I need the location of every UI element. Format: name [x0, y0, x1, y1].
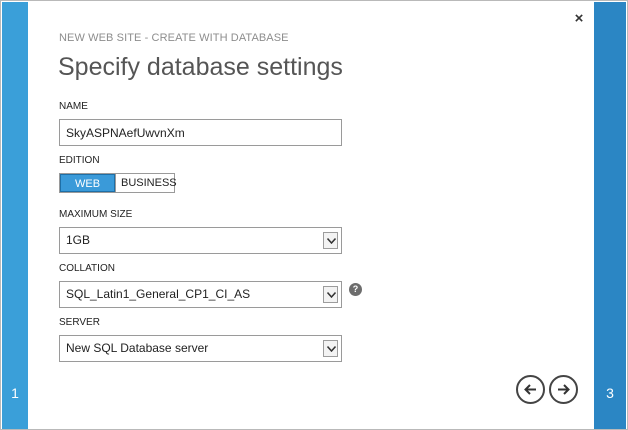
help-icon[interactable]: ?	[349, 283, 362, 296]
edition-web-button[interactable]: WEB	[60, 174, 115, 192]
collation-value: SQL_Latin1_General_CP1_CI_AS	[66, 287, 251, 301]
server-label: SERVER	[59, 317, 100, 328]
chevron-down-icon[interactable]	[323, 232, 338, 249]
name-label: NAME	[59, 101, 88, 112]
wizard-dialog: 1 3 × NEW WEB SITE - CREATE WITH DATABAS…	[0, 0, 628, 430]
step-indicator-left: 1	[2, 2, 28, 429]
wizard-title: NEW WEB SITE - CREATE WITH DATABASE	[59, 32, 289, 44]
step-indicator-right: 3	[594, 2, 626, 429]
max-size-label: MAXIMUM SIZE	[59, 209, 133, 220]
collation-select[interactable]: SQL_Latin1_General_CP1_CI_AS	[59, 281, 342, 308]
max-size-value: 1GB	[66, 233, 91, 247]
name-input[interactable]	[59, 119, 342, 146]
collation-label: COLLATION	[59, 263, 115, 274]
step-number-right: 3	[606, 385, 614, 401]
arrow-left-icon	[524, 384, 536, 395]
page-title: Specify database settings	[58, 53, 343, 81]
max-size-select[interactable]: 1GB	[59, 227, 342, 254]
close-icon[interactable]: ×	[571, 11, 587, 27]
edition-label: EDITION	[59, 155, 100, 166]
previous-button[interactable]	[516, 375, 545, 404]
server-select[interactable]: New SQL Database server	[59, 335, 342, 362]
step-number-left: 1	[11, 385, 19, 401]
chevron-down-icon[interactable]	[323, 286, 338, 303]
next-button[interactable]	[549, 375, 578, 404]
server-value: New SQL Database server	[66, 341, 209, 355]
edition-business-button[interactable]: BUSINESS	[115, 174, 177, 192]
arrow-right-icon	[558, 384, 570, 395]
chevron-down-icon[interactable]	[323, 340, 338, 357]
edition-toggle: WEB BUSINESS	[59, 173, 177, 193]
